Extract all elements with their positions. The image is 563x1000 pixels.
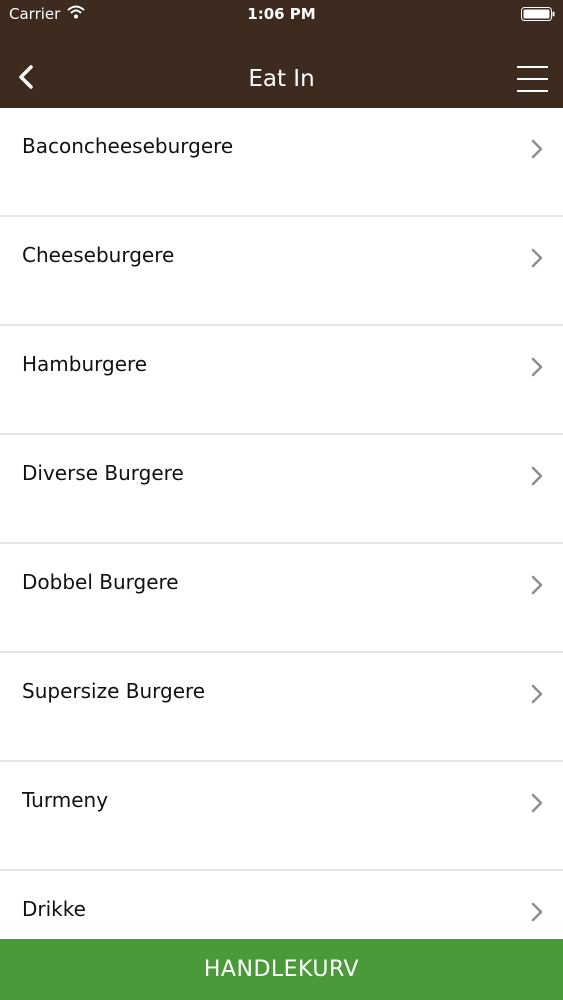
cart-button-label: HANDLEKURV — [203, 957, 360, 982]
status-bar: Carrier 1:06 PM — [0, 0, 563, 30]
chevron-right-icon — [531, 466, 543, 486]
list-item-label: Hamburgere — [22, 352, 148, 376]
list-item[interactable]: Diverse Burgere — [0, 435, 563, 544]
list-item[interactable]: Turmeny — [0, 762, 563, 871]
list-item-label: Cheeseburgere — [22, 243, 175, 267]
page-title: Eat In — [248, 66, 315, 92]
list-item[interactable]: Drikke — [0, 871, 563, 939]
chevron-right-icon — [531, 575, 543, 595]
chevron-right-icon — [531, 684, 543, 704]
list-item-label: Drikke — [22, 897, 86, 921]
chevron-right-icon — [531, 139, 543, 159]
list-item-label: Diverse Burgere — [22, 461, 184, 485]
list-item-label: Baconcheeseburgere — [22, 134, 234, 158]
list-item[interactable]: Cheeseburgere — [0, 217, 563, 326]
chevron-right-icon — [531, 357, 543, 377]
chevron-right-icon — [531, 902, 543, 922]
chevron-right-icon — [531, 793, 543, 813]
list-item[interactable]: Dobbel Burgere — [0, 544, 563, 653]
list-item-label: Turmeny — [22, 788, 109, 812]
header: Carrier 1:06 PM Eat In — [0, 0, 563, 108]
cart-button[interactable]: HANDLEKURV — [0, 939, 563, 1000]
list-item[interactable]: Hamburgere — [0, 326, 563, 435]
battery-icon — [521, 7, 555, 21]
hamburger-menu-icon[interactable] — [517, 64, 548, 94]
list-item[interactable]: Baconcheeseburgere — [0, 108, 563, 217]
nav-bar: Eat In — [0, 40, 563, 108]
list-item-label: Supersize Burgere — [22, 679, 206, 703]
clock: 1:06 PM — [247, 5, 316, 23]
list-item-label: Dobbel Burgere — [22, 570, 179, 594]
chevron-right-icon — [531, 248, 543, 268]
list-item[interactable]: Supersize Burgere — [0, 653, 563, 762]
category-list: Baconcheeseburgere Cheeseburgere Hamburg… — [0, 108, 563, 939]
